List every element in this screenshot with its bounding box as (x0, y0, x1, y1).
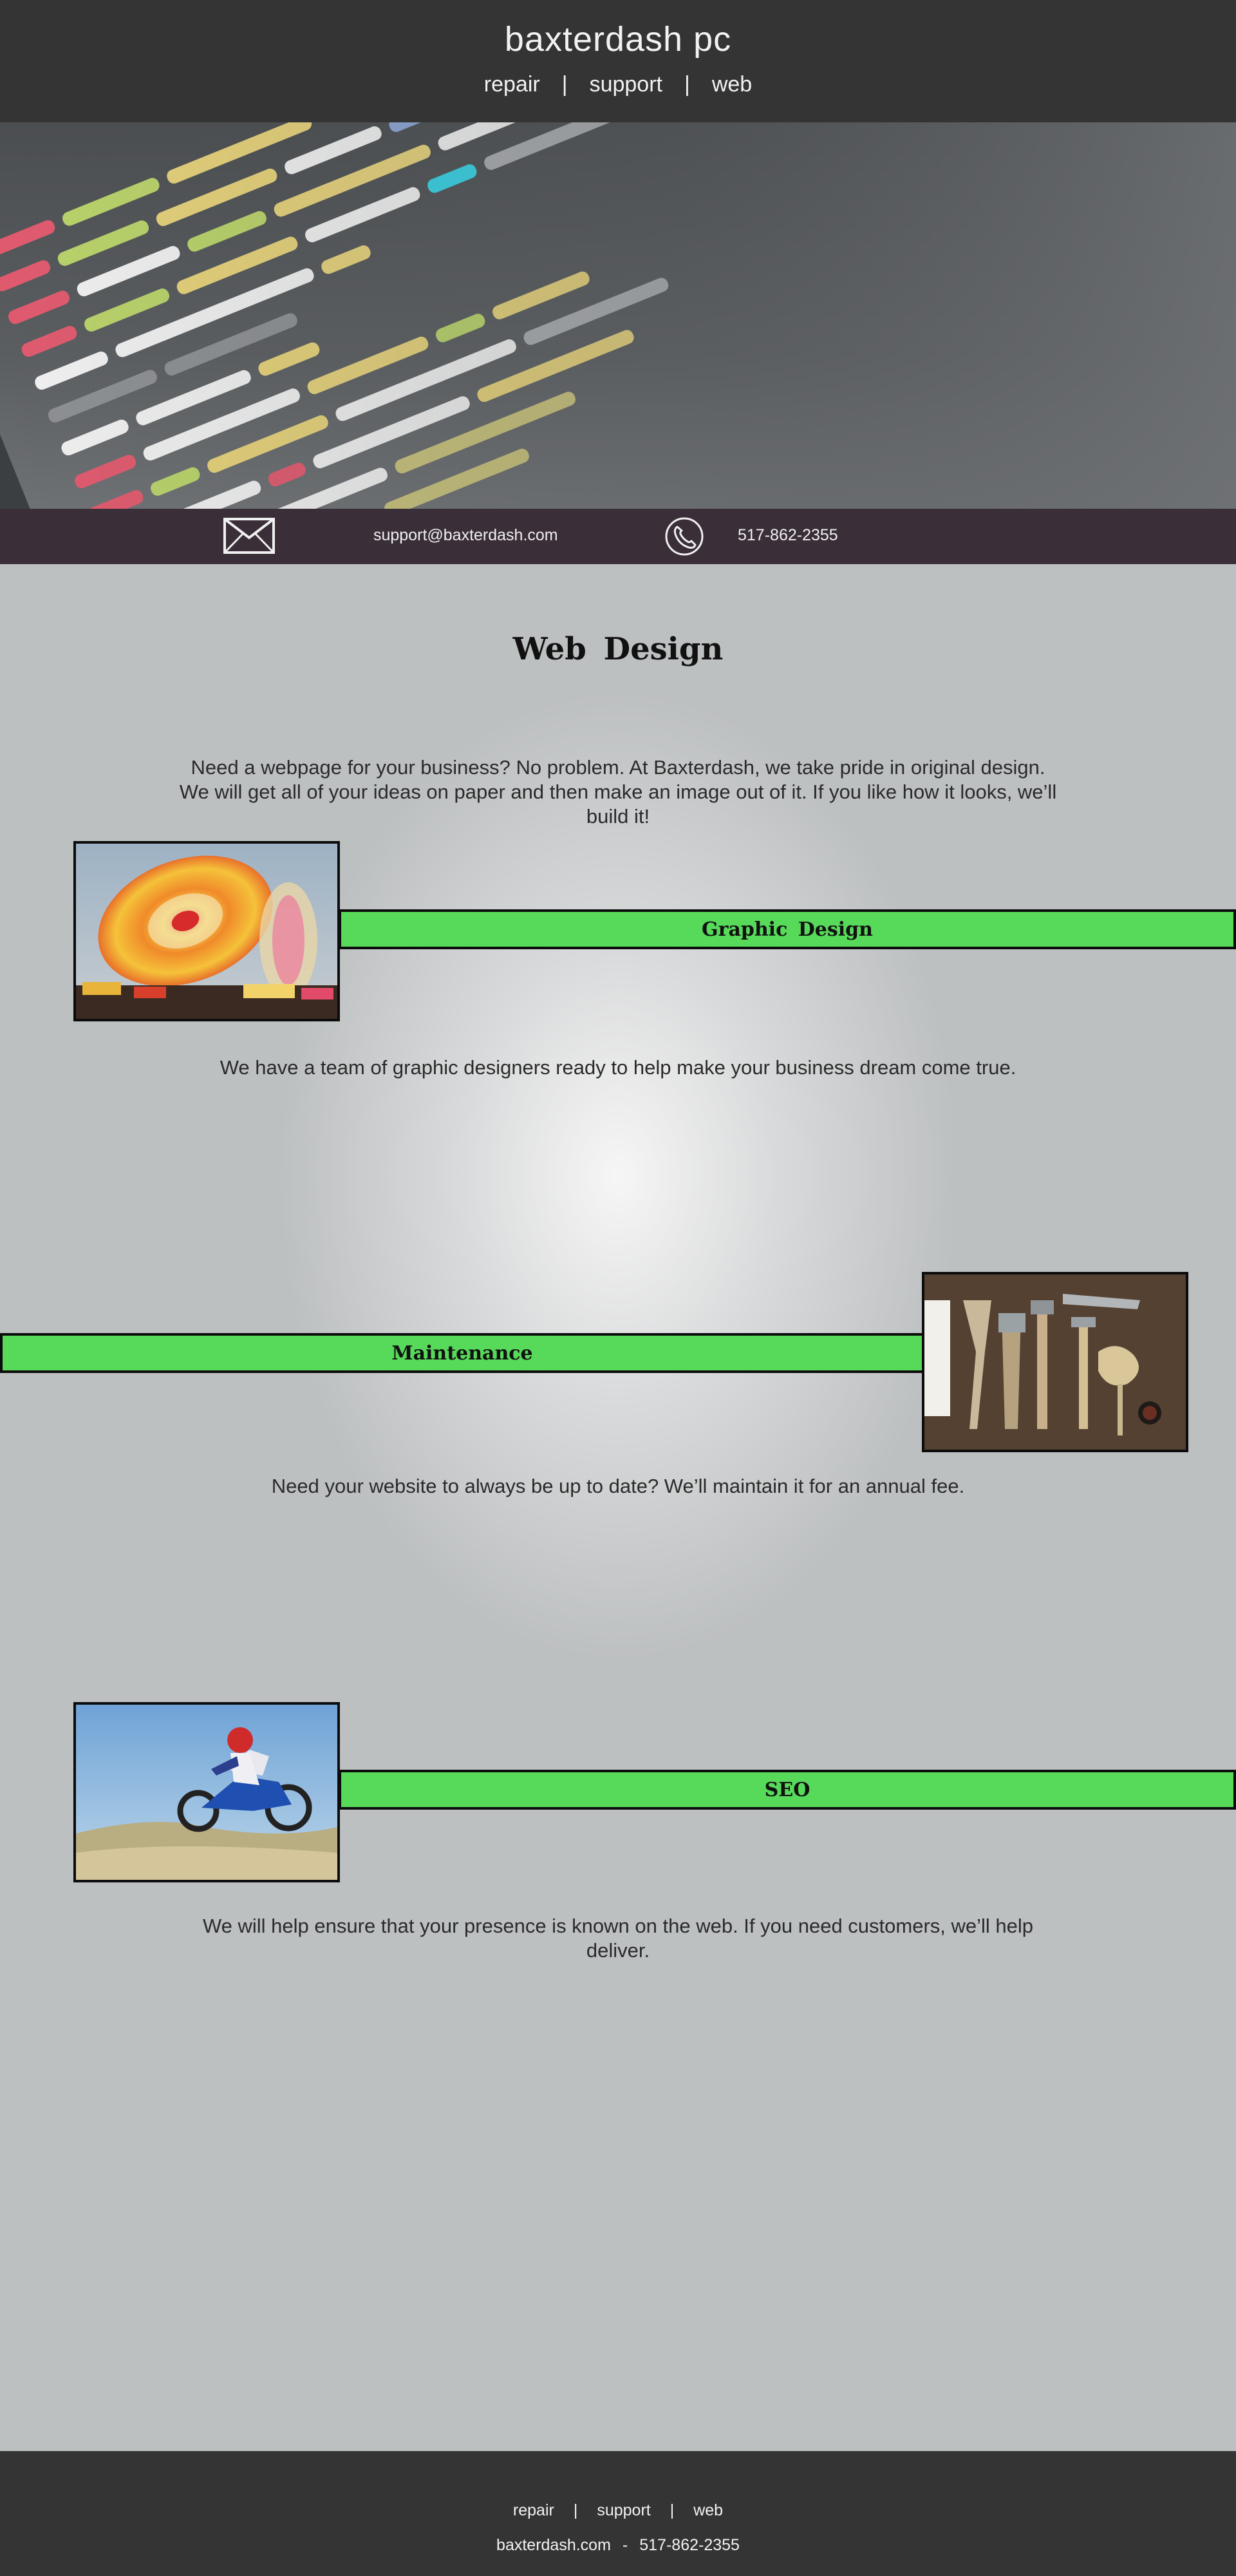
phone-icon[interactable] (664, 516, 704, 560)
nav-link-support[interactable]: support (590, 72, 662, 97)
section-bar-graphic-design: Graphic Design (339, 909, 1236, 949)
envelope-icon[interactable] (223, 517, 276, 558)
maintenance-text: Need your website to always be up to dat… (271, 1475, 965, 1497)
hero-code-image (0, 122, 1236, 509)
footer-link-support[interactable]: support (597, 2501, 650, 2520)
section-bar-seo: SEO (339, 1770, 1236, 1810)
nav-link-web[interactable]: web (712, 72, 752, 97)
section-title-seo: SEO (764, 1778, 810, 1801)
motocross-photo (73, 1702, 340, 1882)
site-header: baxterdash pc repair | support | web (0, 0, 1236, 122)
main-content: Web Design Need a webpage for your busin… (0, 564, 1236, 2451)
graphic-design-text: We have a team of graphic designers read… (220, 1056, 1016, 1079)
section-title-graphic-design: Graphic Design (702, 918, 873, 941)
contact-email[interactable]: support@baxterdash.com (373, 526, 558, 545)
footer-nav: repair | support | web (0, 2501, 1236, 2520)
nav-separator: | (561, 72, 568, 97)
intro-text: Need a webpage for your business? No pro… (179, 756, 1057, 828)
footer-site[interactable]: baxterdash.com (496, 2536, 611, 2555)
contact-bar: support@baxterdash.com 517-862-2355 (0, 509, 1236, 564)
footer-link-web[interactable]: web (693, 2501, 723, 2520)
nav-separator: | (684, 72, 690, 97)
footer-phone[interactable]: 517-862-2355 (639, 2536, 740, 2555)
carnival-ride-photo (73, 841, 340, 1021)
contact-phone[interactable]: 517-862-2355 (738, 526, 838, 545)
section-title-maintenance: Maintenance (391, 1341, 533, 1365)
nav-link-repair[interactable]: repair (484, 72, 540, 97)
footer-nav-separator: | (670, 2501, 675, 2519)
seo-text: We will help ensure that your presence i… (202, 1915, 1034, 1962)
code-editor-photo (0, 122, 1236, 509)
site-title: baxterdash pc (504, 20, 732, 59)
section-bar-maintenance: Maintenance (0, 1333, 924, 1373)
footer-dash: - (622, 2536, 628, 2554)
footer-nav-separator: | (573, 2501, 578, 2519)
tools-photo (922, 1272, 1188, 1452)
site-footer: repair | support | web baxterdash.com - … (0, 2451, 1236, 2576)
footer-contact-line: baxterdash.com - 517-862-2355 (0, 2536, 1236, 2555)
footer-link-repair[interactable]: repair (513, 2501, 554, 2520)
page-title: Web Design (512, 631, 724, 667)
main-nav: repair | support | web (0, 72, 1236, 97)
